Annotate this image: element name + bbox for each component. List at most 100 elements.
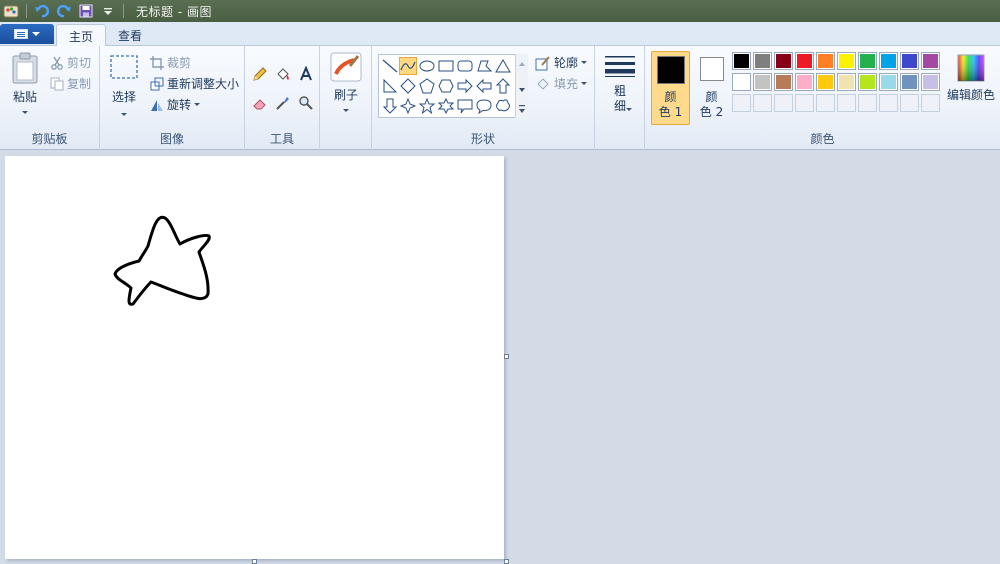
palette-color-swatch[interactable]	[753, 52, 772, 70]
hexagon-shape-icon[interactable]	[437, 77, 455, 95]
down-arrow-shape-icon[interactable]	[381, 97, 399, 115]
magnifier-icon[interactable]	[295, 92, 316, 113]
rectangular-callout-shape-icon[interactable]	[456, 97, 474, 115]
rounded-rectangle-shape-icon[interactable]	[456, 57, 474, 75]
palette-color-swatch[interactable]	[879, 52, 898, 70]
palette-custom-slot[interactable]	[795, 94, 814, 112]
copy-icon	[50, 77, 64, 90]
palette-color-swatch[interactable]	[795, 73, 814, 91]
palette-custom-slot[interactable]	[753, 94, 772, 112]
oval-shape-icon[interactable]	[418, 57, 436, 75]
size-label-line1: 粗	[613, 84, 626, 98]
triangle-shape-icon[interactable]	[494, 57, 512, 75]
rotate-dropdown-icon[interactable]	[194, 103, 201, 106]
crop-button[interactable]: 裁剪	[150, 54, 191, 71]
save-icon[interactable]	[77, 2, 95, 20]
palette-color-swatch[interactable]	[816, 52, 835, 70]
drawing-canvas[interactable]	[5, 156, 504, 559]
rectangle-shape-icon[interactable]	[437, 57, 455, 75]
five-point-star-shape-icon[interactable]	[418, 97, 436, 115]
rotate-icon	[151, 99, 163, 111]
text-icon[interactable]	[295, 63, 316, 84]
fill-button[interactable]: 填充	[535, 75, 588, 92]
diamond-shape-icon[interactable]	[399, 77, 417, 95]
tab-view[interactable]: 查看	[106, 24, 154, 47]
undo-icon[interactable]	[33, 2, 51, 20]
palette-color-swatch[interactable]	[732, 73, 751, 91]
palette-color-swatch[interactable]	[774, 73, 793, 91]
right-triangle-shape-icon[interactable]	[381, 77, 399, 95]
right-arrow-shape-icon[interactable]	[456, 77, 474, 95]
palette-color-swatch[interactable]	[732, 52, 751, 70]
select-dropdown-icon[interactable]	[121, 113, 127, 116]
application-menu-button[interactable]	[0, 24, 54, 44]
line-shape-icon[interactable]	[381, 57, 399, 75]
fill-dropdown-icon[interactable]	[581, 82, 588, 85]
pentagon-shape-icon[interactable]	[418, 77, 436, 95]
palette-color-swatch[interactable]	[795, 52, 814, 70]
up-arrow-shape-icon[interactable]	[494, 77, 512, 95]
color1-button[interactable]: 颜 色 1	[651, 51, 690, 125]
palette-color-swatch[interactable]	[921, 52, 940, 70]
outline-button[interactable]: 轮廓	[535, 54, 588, 71]
redo-icon[interactable]	[55, 2, 73, 20]
outline-dropdown-icon[interactable]	[581, 61, 588, 64]
palette-custom-slot[interactable]	[921, 94, 940, 112]
copy-button[interactable]: 复制	[50, 75, 91, 92]
fill-bucket-icon[interactable]	[272, 63, 293, 84]
resize-button[interactable]: 重新调整大小	[150, 75, 239, 92]
curve-shape-icon[interactable]	[399, 57, 417, 75]
resize-icon	[150, 77, 164, 90]
palette-color-swatch[interactable]	[900, 73, 919, 91]
palette-color-swatch[interactable]	[858, 73, 877, 91]
edit-colors-button[interactable]: 编辑颜色	[945, 54, 997, 103]
palette-color-swatch[interactable]	[900, 52, 919, 70]
palette-color-swatch[interactable]	[921, 73, 940, 91]
color2-button[interactable]: 颜 色 2	[692, 51, 731, 125]
palette-color-swatch[interactable]	[816, 73, 835, 91]
color-picker-icon[interactable]	[272, 92, 293, 113]
palette-color-swatch[interactable]	[858, 52, 877, 70]
paste-dropdown-icon[interactable]	[22, 111, 28, 114]
brushes-button[interactable]: 刷子	[329, 52, 363, 112]
customize-toolbar-icon[interactable]	[99, 2, 117, 20]
oval-callout-shape-icon[interactable]	[475, 97, 493, 115]
palette-custom-slot[interactable]	[732, 94, 751, 112]
palette-custom-slot[interactable]	[774, 94, 793, 112]
four-point-star-shape-icon[interactable]	[399, 97, 417, 115]
palette-custom-slot[interactable]	[900, 94, 919, 112]
canvas-workspace	[0, 151, 1000, 564]
paint-app-icon[interactable]	[2, 2, 20, 20]
palette-color-swatch[interactable]	[837, 73, 856, 91]
palette-color-swatch[interactable]	[774, 52, 793, 70]
left-arrow-shape-icon[interactable]	[475, 77, 493, 95]
select-label: 选择	[111, 90, 136, 104]
palette-custom-slot[interactable]	[816, 94, 835, 112]
polygon-shape-icon[interactable]	[475, 57, 493, 75]
palette-color-swatch[interactable]	[837, 52, 856, 70]
canvas-resize-handle-right[interactable]	[504, 354, 509, 359]
palette-color-swatch[interactable]	[753, 73, 772, 91]
eraser-icon[interactable]	[249, 92, 270, 113]
size-dropdown-icon[interactable]	[626, 108, 632, 111]
cloud-callout-shape-icon[interactable]	[494, 97, 512, 115]
cut-button[interactable]: 剪切	[50, 54, 91, 71]
paste-button[interactable]: 粘贴	[6, 52, 44, 114]
color1-swatch	[656, 56, 685, 84]
canvas-resize-handle-corner[interactable]	[504, 559, 509, 564]
palette-custom-slot[interactable]	[837, 94, 856, 112]
select-button[interactable]: 选择	[108, 54, 140, 116]
rotate-button[interactable]: 旋转	[150, 96, 201, 113]
shapes-gallery-scrollbar[interactable]	[515, 54, 528, 118]
colors-group-label: 颜色	[810, 132, 835, 146]
brushes-dropdown-icon[interactable]	[343, 109, 349, 112]
palette-color-swatch[interactable]	[879, 73, 898, 91]
title-bar: 无标题 - 画图	[0, 0, 1000, 22]
size-button[interactable]: 粗 细	[603, 54, 637, 114]
pencil-icon[interactable]	[249, 63, 270, 84]
canvas-resize-handle-bottom[interactable]	[252, 559, 257, 564]
palette-custom-slot[interactable]	[858, 94, 877, 112]
palette-custom-slot[interactable]	[879, 94, 898, 112]
tab-home[interactable]: 主页	[56, 24, 107, 47]
six-point-star-shape-icon[interactable]	[437, 97, 455, 115]
